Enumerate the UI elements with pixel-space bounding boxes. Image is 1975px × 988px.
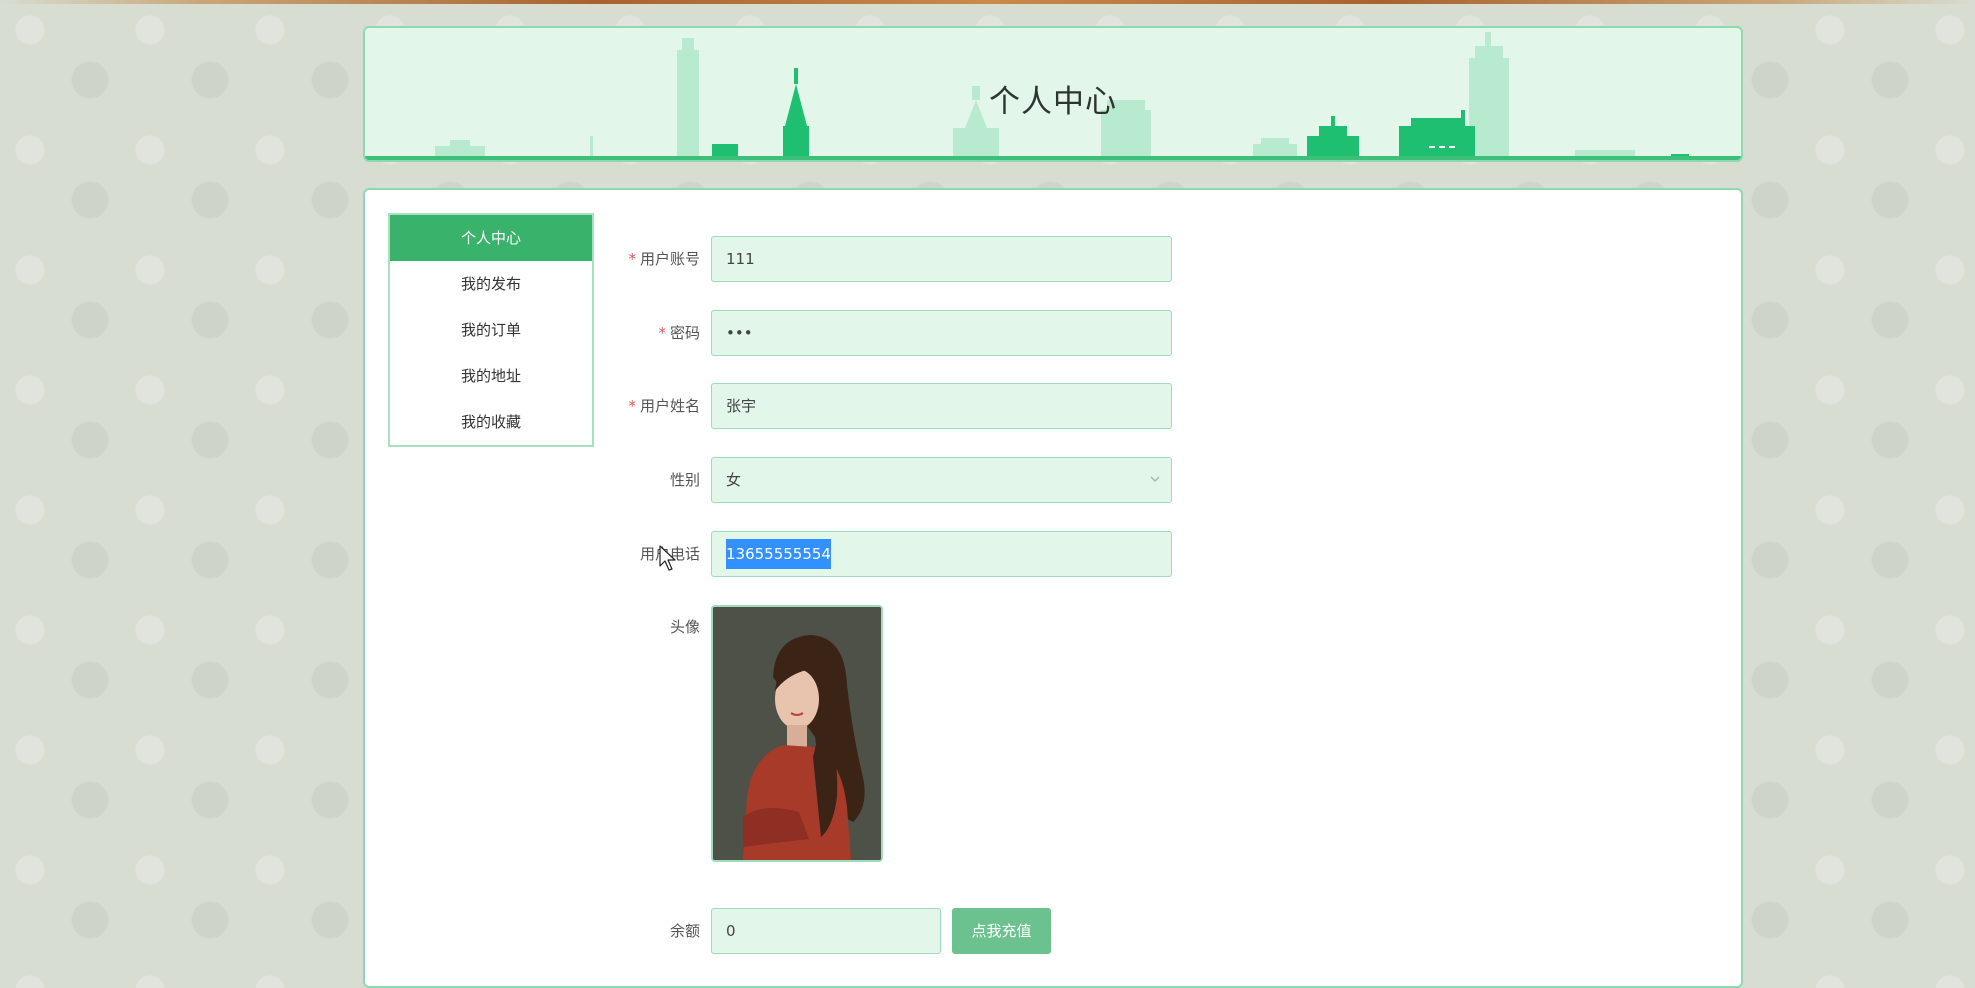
top-decoration-strip	[0, 0, 1975, 4]
header-baseline	[365, 156, 1741, 160]
phone-input[interactable]: 13655555554	[711, 531, 1172, 577]
recharge-button[interactable]: 点我充值	[952, 908, 1051, 954]
required-mark: *	[628, 250, 636, 268]
mouse-cursor-icon	[659, 545, 676, 571]
chevron-down-icon	[1150, 476, 1160, 483]
name-label: * 用户姓名	[628, 397, 700, 415]
sidebar-menu: 个人中心 我的发布 我的订单 我的地址 我的收藏	[388, 213, 594, 447]
page-title: 个人中心	[989, 84, 1117, 120]
name-input[interactable]: 张宇	[711, 383, 1172, 429]
account-input[interactable]: 111	[711, 236, 1172, 282]
required-mark: *	[628, 397, 636, 415]
sidebar-item-my-favorites[interactable]: 我的收藏	[390, 399, 592, 445]
gender-label: 性别	[669, 471, 700, 489]
phone-input-value: 13655555554	[726, 539, 831, 569]
avatar-image[interactable]	[711, 605, 883, 862]
password-label: * 密码	[658, 324, 700, 342]
phone-label: 用户电话	[639, 545, 700, 563]
balance-input[interactable]: 0	[711, 908, 941, 954]
avatar-photo	[713, 607, 881, 860]
avatar-label: 头像	[669, 618, 700, 636]
required-mark: *	[658, 324, 666, 342]
sidebar-item-my-orders[interactable]: 我的订单	[390, 307, 592, 353]
password-input[interactable]: •••	[711, 310, 1172, 356]
balance-label: 余额	[669, 922, 700, 940]
gender-select-value: 女	[726, 471, 742, 489]
sidebar-item-my-posts[interactable]: 我的发布	[390, 261, 592, 307]
header-banner: 个人中心	[363, 26, 1743, 162]
sidebar-item-profile-center[interactable]: 个人中心	[390, 215, 592, 261]
gender-select[interactable]: 女	[711, 457, 1172, 503]
sidebar-item-my-addresses[interactable]: 我的地址	[390, 353, 592, 399]
account-label: * 用户账号	[628, 250, 700, 268]
